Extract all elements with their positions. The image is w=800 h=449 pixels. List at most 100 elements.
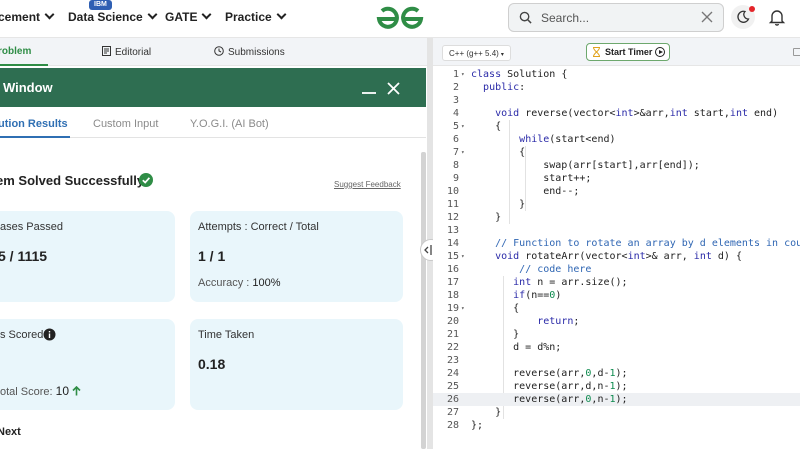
code-line[interactable]: reverse(arr,d,n-1); [471, 380, 627, 393]
nav-item-placement[interactable]: cement [0, 9, 55, 24]
close-icon[interactable] [387, 82, 400, 95]
info-icon[interactable] [43, 328, 56, 341]
close-icon[interactable] [701, 11, 713, 23]
code-line[interactable]: }; [471, 419, 483, 432]
code-line[interactable]: { [471, 302, 519, 315]
bell-icon[interactable] [768, 8, 786, 26]
code-line[interactable]: return; [471, 315, 579, 328]
card-label: Attempts : Correct / Total [198, 221, 319, 233]
nav-item-label: GATE [165, 10, 198, 24]
tab-custom-input[interactable]: Custom Input [93, 118, 158, 130]
line-number: 27 [446, 407, 459, 418]
line-number: 18 [446, 290, 459, 301]
line-number: 13 [446, 225, 459, 236]
code-line[interactable]: if(n==0) [471, 289, 561, 302]
line-number: 12 [446, 212, 459, 223]
tab-submissions[interactable]: Submissions [214, 46, 285, 58]
fold-arrow-icon[interactable]: ▾ [461, 123, 465, 130]
nav-item-data-science[interactable]: Data Science [68, 9, 158, 24]
code-line[interactable]: } [471, 328, 519, 341]
line-number: 11 [446, 199, 459, 210]
code-line[interactable]: while(start<end) [471, 133, 615, 146]
start-timer-button[interactable]: Start Timer [586, 43, 670, 61]
card-test-cases: ases Passed 5 / 1115 [0, 211, 175, 302]
nav-item-practice[interactable]: Practice [225, 9, 287, 24]
line-number: 10 [446, 186, 459, 197]
code-line[interactable]: public: [471, 81, 525, 94]
code-line[interactable]: { [471, 120, 501, 133]
fold-arrow-icon[interactable]: ▾ [461, 253, 465, 260]
active-tab-indicator [0, 64, 48, 66]
line-number: 28 [446, 420, 459, 431]
arrow-up-icon [72, 386, 81, 396]
code-line[interactable]: int n = arr.size(); [471, 276, 627, 289]
clock-icon [214, 46, 224, 56]
accuracy-value: 100% [252, 277, 281, 289]
code-line[interactable]: } [471, 198, 525, 211]
result-window: t Window ution Results Custom Input Y.O.… [0, 68, 426, 449]
tab-compilation-results[interactable]: ution Results [0, 118, 68, 130]
code-line[interactable]: end--; [471, 185, 579, 198]
scrollbar[interactable] [421, 152, 426, 449]
line-number: 26 [446, 394, 459, 405]
tab-label: roblem [0, 46, 32, 57]
accuracy-row: Accuracy : 100% [198, 277, 281, 289]
search-input[interactable]: Search... [508, 3, 724, 32]
tab-problem[interactable]: roblem [0, 46, 31, 57]
code-line[interactable]: swap(arr[start],arr[end]); [471, 159, 700, 172]
chevron-down-icon [147, 9, 158, 20]
card-attempts: Attempts : Correct / Total 1 / 1 Accurac… [190, 211, 403, 302]
ibm-badge: IBM [89, 0, 112, 10]
line-number: 7 [452, 147, 459, 158]
nav-item-gate[interactable]: GATE [165, 9, 212, 24]
code-line[interactable]: d = d%n; [471, 341, 561, 354]
card-label: s Scored [0, 329, 44, 341]
fold-arrow-icon[interactable]: ▾ [461, 71, 465, 78]
code-line[interactable]: // code here [471, 263, 591, 276]
code-line[interactable]: // Function to rotate an array by d elem… [471, 237, 800, 250]
result-tabs: ution Results Custom Input Y.O.G.I. (AI … [0, 107, 426, 138]
code-line[interactable]: } [471, 211, 501, 224]
language-select[interactable]: C++ (g++ 5.4) ▾ [442, 45, 511, 61]
line-number: 4 [452, 108, 459, 119]
line-number: 14 [446, 238, 459, 249]
card-label: ases Passed [0, 221, 63, 233]
theme-toggle-button[interactable] [731, 5, 755, 29]
play-icon [655, 47, 665, 57]
copy-icon[interactable] [793, 48, 800, 56]
code-line[interactable]: reverse(arr,0,d-1); [471, 367, 627, 380]
fold-arrow-icon[interactable]: ▾ [461, 305, 465, 312]
suggest-feedback-link[interactable]: Suggest Feedback [334, 180, 401, 189]
tab-editorial[interactable]: Editorial [102, 46, 151, 58]
tab-label: Editorial [115, 47, 152, 58]
fold-arrow-icon[interactable]: ▾ [461, 149, 465, 156]
result-window-header: t Window [0, 68, 426, 107]
problem-tabs: roblem Editorial Submissions [0, 38, 427, 66]
code-line[interactable]: void rotateArr(vector<int>& arr, int d) … [471, 250, 742, 263]
line-number: 2 [452, 82, 459, 93]
active-tab-indicator [0, 136, 70, 138]
tab-label: Submissions [228, 47, 285, 58]
code-line[interactable]: } [471, 406, 501, 419]
editor-toolbar: C++ (g++ 5.4) ▾ Start Timer [433, 38, 800, 66]
line-number: 23 [446, 355, 459, 366]
start-timer-label: Start Timer [605, 47, 653, 57]
line-number: 5 [452, 121, 459, 132]
code-editor[interactable]: 1 ▾ class Solution {2 public: 3 4 void rever… [433, 66, 800, 449]
gfg-logo-icon[interactable] [374, 4, 426, 32]
line-number: 9 [452, 173, 459, 184]
chevron-down-icon [44, 9, 55, 20]
tab-yogi-ai-bot[interactable]: Y.O.G.I. (AI Bot) [190, 118, 269, 130]
code-line[interactable]: start++; [471, 172, 591, 185]
language-value: C++ (g++ 5.4) [449, 49, 499, 58]
caret-down-icon: ▾ [500, 52, 504, 58]
search-placeholder: Search... [541, 11, 590, 25]
line-number: 17 [446, 277, 459, 288]
code-line[interactable]: void reverse(vector<int>&arr,int start,i… [471, 107, 778, 120]
minimize-icon[interactable] [362, 82, 376, 94]
code-line[interactable]: reverse(arr,0,n-1); [471, 393, 627, 406]
code-line[interactable]: { [471, 146, 525, 159]
line-number: 3 [452, 95, 459, 106]
code-line[interactable]: class Solution { [471, 68, 567, 81]
line-number: 8 [452, 160, 459, 171]
